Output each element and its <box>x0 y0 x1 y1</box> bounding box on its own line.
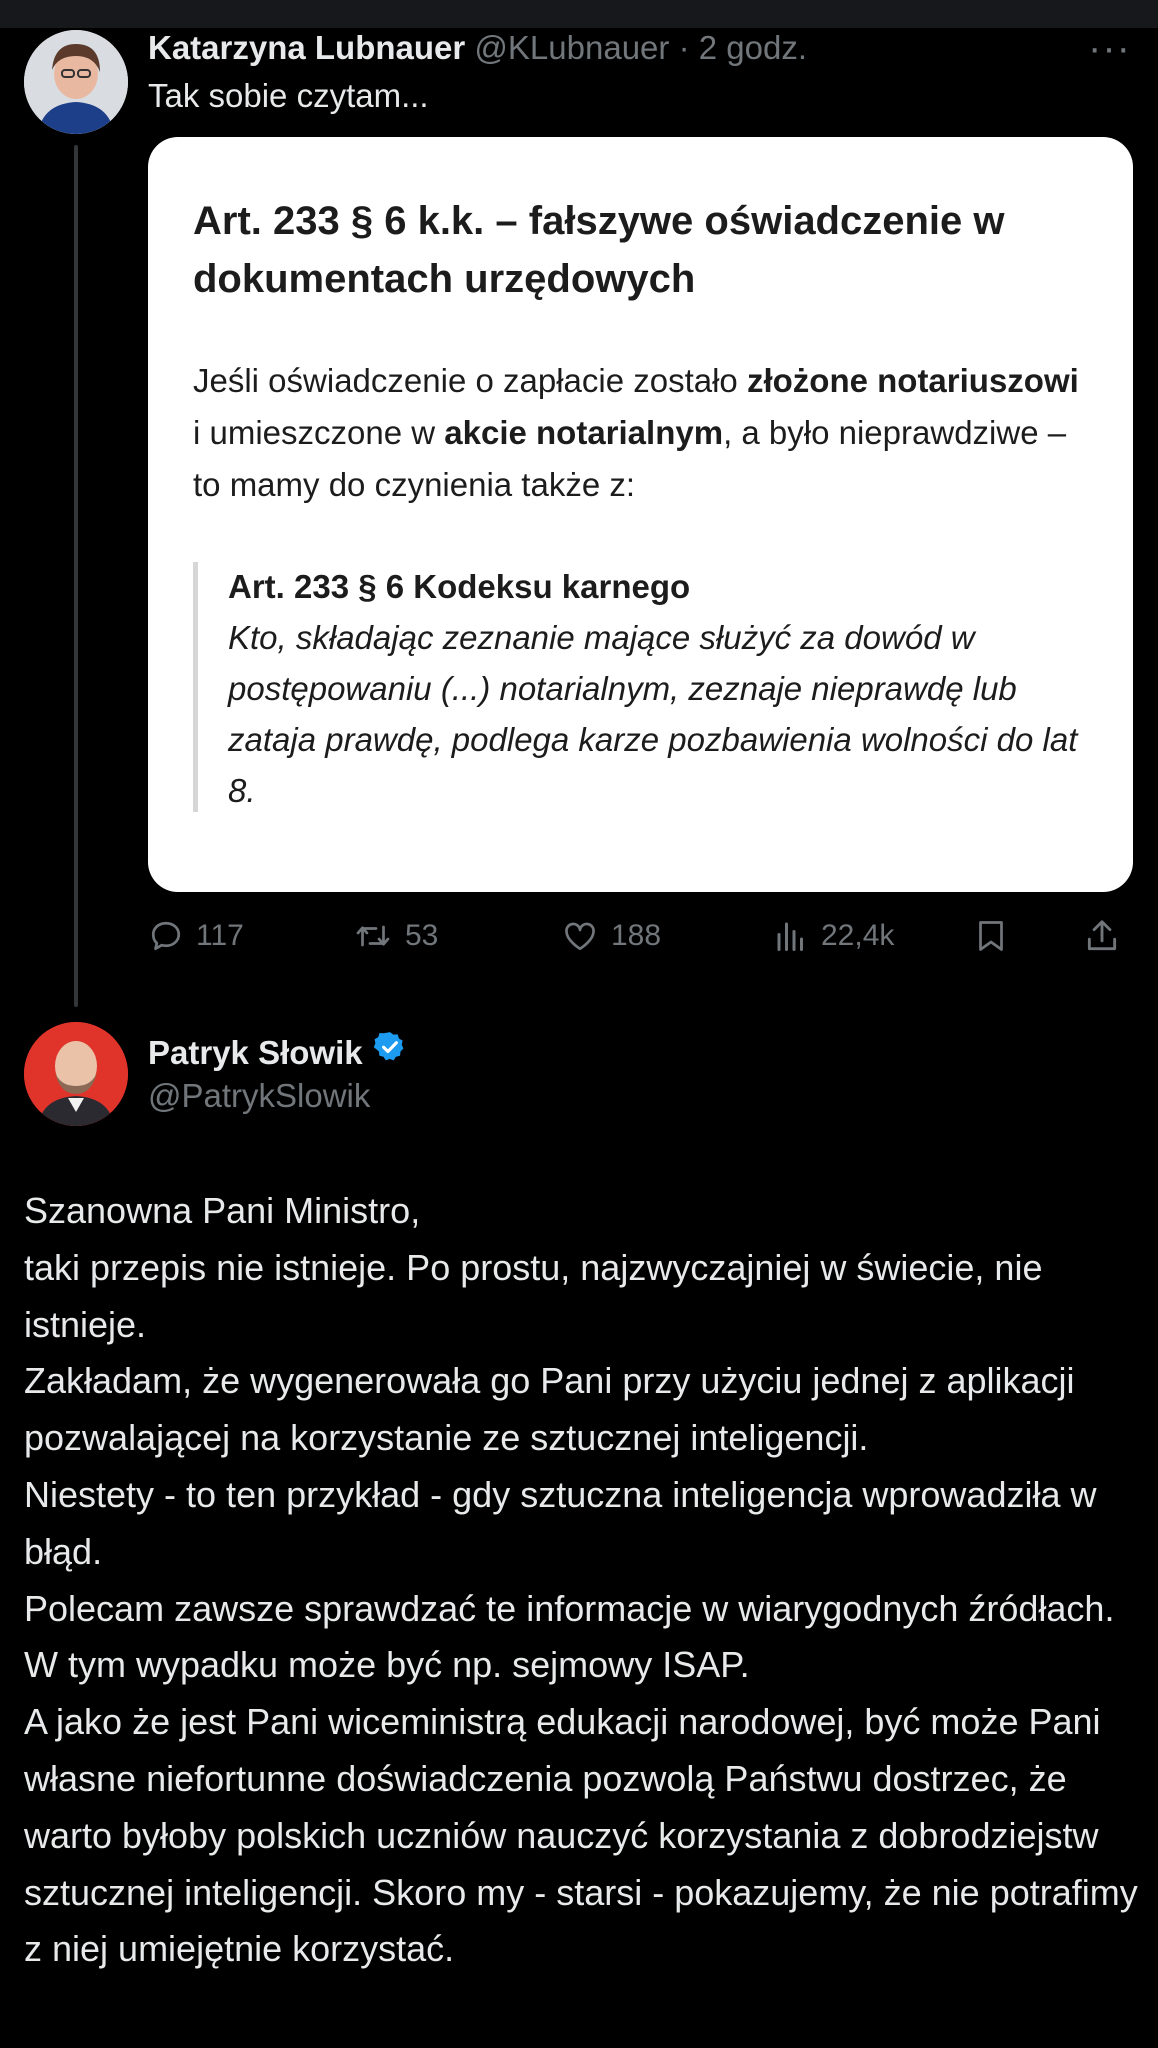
author-name[interactable]: Katarzyna Lubnauer <box>148 29 465 66</box>
like-count: 188 <box>611 919 662 952</box>
top-bar <box>0 0 1158 28</box>
quote-text: Kto, składając zeznanie mające służyć za… <box>228 619 1078 809</box>
thread-connector-line <box>74 145 78 1007</box>
reply-button[interactable]: 117 <box>148 908 244 964</box>
tweet-header: Katarzyna Lubnauer @KLubnauer · 2 godz. <box>148 26 807 70</box>
card-body-bold: złożone notariuszowi <box>746 362 1079 399</box>
author-name-row: Patryk Słowik <box>148 1030 407 1075</box>
retweet-icon <box>356 925 390 947</box>
views-count: 22,4k <box>821 919 895 952</box>
action-bar: 117 53 188 22,4k <box>148 908 1138 964</box>
card-body: Jeśli oświadczenie o zapłacie zostało zł… <box>193 355 1093 511</box>
retweet-button[interactable]: 53 <box>353 908 438 964</box>
like-button[interactable]: 188 <box>561 908 661 964</box>
avatar[interactable] <box>24 30 128 134</box>
tweet-text: Tak sobie czytam... <box>148 77 429 114</box>
retweet-count: 53 <box>405 919 439 952</box>
tweet-paragraph: A jako że jest Pani wiceministrą edukacj… <box>24 1701 1138 1970</box>
avatar-image <box>24 1022 128 1126</box>
avatar-image <box>24 30 128 134</box>
card-body-bold: akcie notarialnym <box>444 414 724 451</box>
tweet-paragraph: Zakładam, że wygenerowała go Pani przy u… <box>24 1360 1075 1459</box>
reply-icon <box>151 921 181 951</box>
reply-count: 117 <box>196 919 244 952</box>
card-title: Art. 233 § 6 k.k. – fałszywe oświadczeni… <box>193 199 1005 301</box>
avatar[interactable] <box>24 1022 128 1126</box>
more-options-icon[interactable]: ··· <box>1088 28 1131 68</box>
tweet-timestamp[interactable]: 2 godz. <box>699 29 807 66</box>
tweet-paragraph: Szanowna Pani Ministro, <box>24 1190 421 1231</box>
author-handle[interactable]: @PatrykSlowik <box>148 1074 370 1118</box>
card-body-text: Jeśli oświadczenie o zapłacie zostało <box>193 362 747 399</box>
separator-dot: · <box>678 29 690 66</box>
bookmark-icon <box>979 921 1003 951</box>
views-button[interactable]: 22,4k <box>773 908 894 964</box>
tweet-text: Szanowna Pani Ministro, taki przepis nie… <box>24 1183 1149 1978</box>
attached-image-card[interactable]: Art. 233 § 6 k.k. – fałszywe oświadczeni… <box>148 137 1133 892</box>
share-button[interactable] <box>1083 908 1121 964</box>
verified-badge-icon <box>373 1030 407 1075</box>
author-handle[interactable]: @KLubnauer <box>474 29 669 66</box>
bookmark-button[interactable] <box>973 908 1009 964</box>
tweet-paragraph: Polecam zawsze sprawdzać te informacje w… <box>24 1587 1115 1686</box>
like-icon <box>565 922 595 951</box>
tweet-paragraph: taki przepis nie istnieje. Po prostu, na… <box>24 1246 1043 1345</box>
tweet-paragraph: Niestety - to ten przykład - gdy sztuczn… <box>24 1473 1097 1572</box>
share-icon <box>1087 920 1117 951</box>
author-name[interactable]: Patryk Słowik <box>148 1031 363 1075</box>
views-icon <box>777 922 803 951</box>
quote-bar <box>193 562 198 812</box>
quote-title: Art. 233 § 6 Kodeksu karnego <box>228 568 691 605</box>
card-body-text: i umieszczone w <box>193 414 445 451</box>
